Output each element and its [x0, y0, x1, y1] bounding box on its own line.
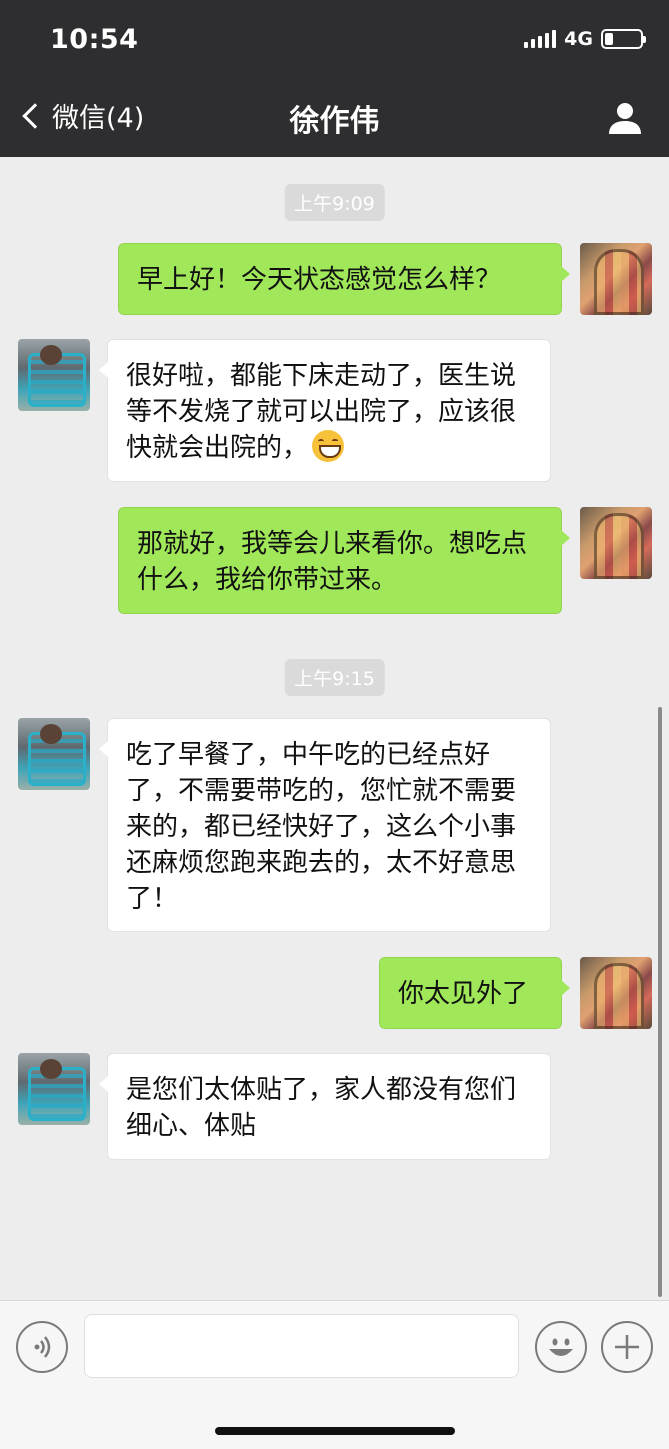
message-bubble-sent[interactable]: 你太见外了	[379, 957, 570, 1029]
chevron-left-icon	[22, 102, 48, 129]
message-text: 那就好，我等会儿来看你。想吃点什么，我给你带过来。	[137, 529, 528, 595]
my-avatar[interactable]	[580, 957, 652, 1029]
message-bubble-received[interactable]: 是您们太体贴了，家人都没有您们细心、体贴	[99, 1053, 551, 1160]
message-bubble-received[interactable]: 很好啦，都能下床走动了，医生说等不发烧了就可以出院了，应该很快就会出院的，	[99, 339, 551, 482]
message-bubble-sent[interactable]: 早上好！今天状态感觉怎么样？	[118, 243, 570, 315]
person-icon[interactable]	[607, 100, 643, 136]
plus-icon	[615, 1335, 639, 1359]
back-label: 微信(4)	[52, 103, 145, 134]
message-text: 你太见外了	[398, 979, 529, 1009]
message-bubble-sent[interactable]: 那就好，我等会儿来看你。想吃点什么，我给你带过来。	[118, 507, 570, 614]
chat-title: 徐作伟	[289, 104, 380, 139]
contact-avatar[interactable]	[18, 1053, 90, 1125]
signal-icon	[524, 30, 557, 48]
message-text: 是您们太体贴了，家人都没有您们细心、体贴	[126, 1075, 517, 1141]
my-avatar[interactable]	[580, 243, 652, 315]
more-button[interactable]	[601, 1321, 653, 1373]
voice-icon	[34, 1336, 51, 1358]
input-bar	[0, 1300, 669, 1449]
battery-icon	[601, 29, 646, 49]
message-bubble-received[interactable]: 吃了早餐了，中午吃的已经点好了，不需要带吃的，您忙就不需要来的，都已经快好了，这…	[99, 718, 551, 932]
chat-area[interactable]: 上午9:09 早上好！今天状态感觉怎么样？ 很好啦，都能下床走动了，医生说等不发…	[0, 157, 669, 1300]
message-input[interactable]	[84, 1314, 519, 1378]
status-time: 10:54	[50, 24, 139, 55]
scrollbar[interactable]	[658, 707, 662, 1297]
back-button[interactable]: 微信(4)	[18, 96, 144, 135]
network-type: 4G	[564, 28, 593, 50]
message-text: 早上好！今天状态感觉怎么样？	[137, 265, 502, 295]
chat-header: 10:54 4G 微信(4) 徐作伟	[0, 0, 669, 157]
timestamp: 上午9:15	[284, 659, 385, 696]
contact-avatar[interactable]	[18, 339, 90, 411]
emoji-icon	[549, 1338, 573, 1356]
voice-button[interactable]	[16, 1321, 68, 1373]
timestamp: 上午9:09	[284, 184, 385, 221]
contact-avatar[interactable]	[18, 718, 90, 790]
emoji-button[interactable]	[535, 1321, 587, 1373]
status-indicators: 4G	[524, 28, 646, 50]
home-indicator[interactable]	[215, 1427, 455, 1435]
message-text: 吃了早餐了，中午吃的已经点好了，不需要带吃的，您忙就不需要来的，都已经快好了，这…	[126, 740, 517, 914]
grinning-emoji-icon	[312, 430, 345, 462]
my-avatar[interactable]	[580, 507, 652, 579]
